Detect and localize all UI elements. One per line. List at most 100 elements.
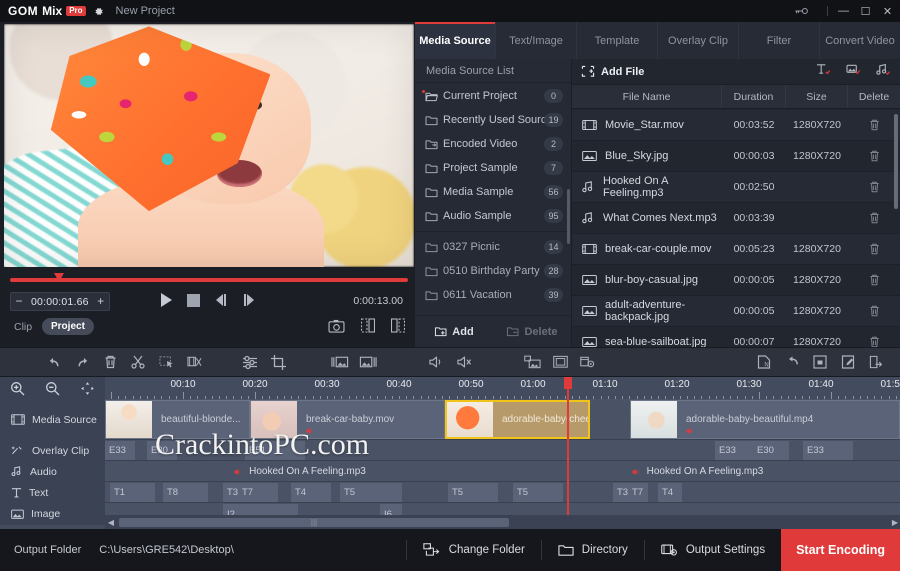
table-row[interactable]: break-car-couple.mov 00:05:23 1280X720: [572, 234, 900, 265]
timeline-clip[interactable]: beautiful-blonde...: [105, 400, 250, 439]
column-header-file-name[interactable]: File Name: [572, 85, 722, 108]
table-row[interactable]: sea-blue-sailboat.jpg 00:00:07 1280X720: [572, 327, 900, 347]
timeline-overlay-clip[interactable]: E30: [147, 441, 177, 460]
delete-row-button[interactable]: [848, 305, 900, 317]
seek-track[interactable]: [10, 278, 408, 282]
delete-row-button[interactable]: [848, 181, 900, 193]
timeline-text-clip[interactable]: T7: [238, 483, 278, 502]
track-area-media-source[interactable]: beautiful-blonde... break-car-baby.mov a…: [105, 399, 900, 439]
filter-audio-icon[interactable]: [876, 63, 890, 76]
track-area-text[interactable]: T1 T8 T3 T7 T4 T5 T5 T5 T3 T7 T4: [105, 482, 900, 502]
video-preview[interactable]: [4, 24, 414, 267]
table-row[interactable]: What Comes Next.mp3 00:03:39: [572, 203, 900, 234]
timeline-overlay-clip[interactable]: E33: [803, 441, 853, 460]
change-folder-button[interactable]: Change Folder: [407, 529, 541, 571]
timeline-text-clip[interactable]: T5: [513, 483, 563, 502]
delete-row-button[interactable]: [848, 212, 900, 224]
tab-overlay-clip[interactable]: Overlay Clip: [658, 22, 739, 59]
volume-icon[interactable]: [422, 355, 450, 369]
tab-text-image[interactable]: Text/Image: [496, 22, 577, 59]
timeline-overlay-clip[interactable]: E30: [753, 441, 789, 460]
gear-icon[interactable]: [93, 6, 104, 17]
project-mode-button[interactable]: Project: [42, 318, 94, 335]
tab-filter[interactable]: Filter: [739, 22, 820, 59]
fit-left-icon[interactable]: [326, 355, 354, 369]
track-header-image[interactable]: Image: [0, 503, 105, 525]
stop-button[interactable]: [187, 294, 200, 307]
filter-image-icon[interactable]: [846, 63, 861, 76]
fit-right-icon[interactable]: [354, 355, 382, 369]
scroll-right-arrow-icon[interactable]: ▶: [892, 518, 898, 527]
sidebar-item-audio-sample[interactable]: Audio Sample 95: [415, 204, 571, 228]
timeline-text-clip[interactable]: T4: [658, 483, 682, 502]
sidebar-item-0327-picnic[interactable]: 0327 Picnic 14: [415, 235, 571, 259]
sidebar-item-current-project[interactable]: Current Project 0: [415, 84, 571, 108]
timeline-text-clip[interactable]: T8: [163, 483, 208, 502]
split-right-icon[interactable]: [391, 318, 405, 333]
redo-icon[interactable]: [68, 356, 96, 369]
timeline-playhead[interactable]: [567, 377, 569, 515]
file-list-scrollbar[interactable]: [894, 114, 898, 209]
minimize-button[interactable]: —: [837, 5, 850, 17]
table-row[interactable]: Hooked On A Feeling.mp3 00:02:50: [572, 172, 900, 203]
revert-icon[interactable]: [778, 355, 806, 369]
new-project-icon[interactable]: N: [750, 355, 778, 369]
zoom-out-icon[interactable]: [35, 381, 70, 396]
timeline-text-clip[interactable]: T7: [628, 483, 648, 502]
duplicate-icon[interactable]: [518, 355, 546, 369]
timeline-clip[interactable]: break-car-baby.mov: [250, 400, 445, 439]
timeline-audio-clip[interactable]: Hooked On A Feeling.mp3: [105, 462, 495, 481]
zoom-in-icon[interactable]: [0, 381, 35, 396]
delete-row-button[interactable]: [848, 243, 900, 255]
track-area-overlay-clip[interactable]: E33 E30 E51 E33 E30 E33: [105, 440, 900, 460]
tab-media-source[interactable]: Media Source: [415, 22, 496, 59]
track-header-overlay-clip[interactable]: Overlay Clip: [0, 440, 105, 461]
scroll-thumb[interactable]: |||: [119, 518, 509, 527]
tab-template[interactable]: Template: [577, 22, 658, 59]
timeline-clip[interactable]: adorable-baby-beautiful.mp4: [630, 400, 900, 439]
tab-convert-video[interactable]: Convert Video: [820, 22, 900, 59]
mute-icon[interactable]: [450, 355, 478, 369]
frame-icon[interactable]: [546, 355, 574, 369]
timeline-audio-clip[interactable]: Hooked On A Feeling.mp3: [495, 462, 900, 481]
seek-handle[interactable]: [54, 273, 64, 282]
split-left-icon[interactable]: [361, 318, 375, 333]
delete-folder-button[interactable]: Delete: [493, 326, 571, 338]
track-header-media-source[interactable]: Media Source: [0, 399, 105, 440]
maximize-button[interactable]: ☐: [859, 5, 872, 18]
next-frame-button[interactable]: [242, 293, 256, 307]
filter-text-icon[interactable]: [816, 63, 831, 76]
sidebar-item-media-sample[interactable]: Media Sample 56: [415, 180, 571, 204]
sidebar-item-0510-birthday-party[interactable]: 0510 Birthday Party 28: [415, 259, 571, 283]
source-list-scrollbar[interactable]: [567, 189, 570, 244]
camera-snapshot-icon[interactable]: [328, 319, 345, 333]
timeline-text-clip[interactable]: T3: [223, 483, 238, 502]
output-settings-button[interactable]: Output Settings: [645, 529, 781, 571]
sidebar-item-encoded-video[interactable]: Encoded Video 2: [415, 132, 571, 156]
playhead-handle[interactable]: [564, 377, 572, 389]
start-encoding-button[interactable]: Start Encoding: [781, 529, 900, 571]
sidebar-item-project-sample[interactable]: Project Sample 7: [415, 156, 571, 180]
play-button[interactable]: [159, 292, 173, 308]
delete-row-button[interactable]: [848, 336, 900, 347]
column-header-size[interactable]: Size: [786, 85, 848, 108]
scroll-left-arrow-icon[interactable]: ◀: [105, 518, 117, 527]
crop-icon[interactable]: [264, 355, 292, 370]
delete-row-button[interactable]: [848, 119, 900, 131]
track-header-text[interactable]: Text: [0, 482, 105, 503]
preview-icon[interactable]: [574, 356, 602, 369]
equalizer-icon[interactable]: [236, 355, 264, 370]
timeline-overlay-clip[interactable]: E33: [105, 441, 135, 460]
delete-icon[interactable]: [96, 355, 124, 369]
export-icon[interactable]: [862, 355, 890, 369]
add-folder-button[interactable]: Add: [415, 326, 493, 338]
sidebar-item-recently-used-source[interactable]: Recently Used Source 19: [415, 108, 571, 132]
timeline-text-clip[interactable]: T1: [110, 483, 155, 502]
clip-mode-button[interactable]: Clip: [14, 321, 32, 333]
save-as-icon[interactable]: [834, 355, 862, 369]
seek-bar[interactable]: [4, 272, 414, 286]
cut-icon[interactable]: [124, 355, 152, 369]
source-folder-list[interactable]: Current Project 0 Recently Used Source 1…: [415, 84, 571, 315]
save-icon[interactable]: [806, 355, 834, 369]
delete-row-button[interactable]: [848, 274, 900, 286]
